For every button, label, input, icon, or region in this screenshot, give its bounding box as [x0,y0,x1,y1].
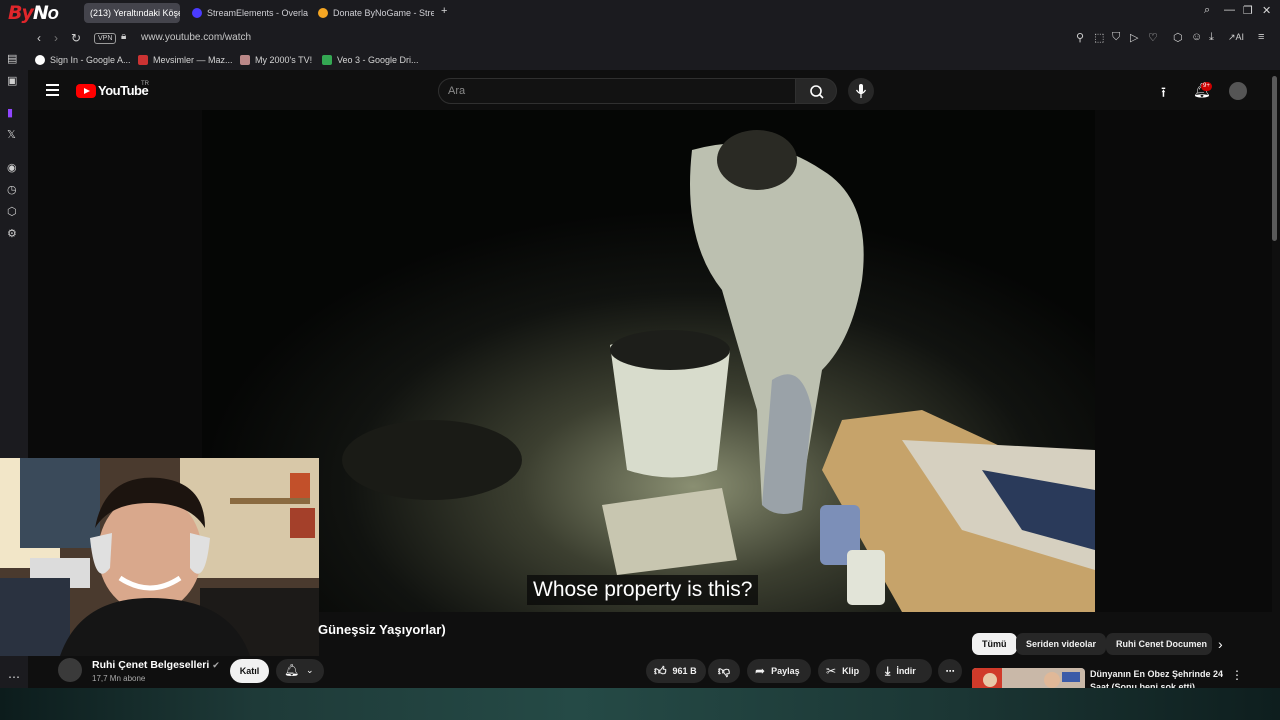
subscription-bell-button[interactable]: 🔔︎ ⌄ [276,659,324,683]
settings-icon[interactable]: ⚙ [7,227,17,240]
minimize-icon[interactable]: — [1224,4,1235,16]
extensions-sidebar-icon[interactable]: ⬡ [7,205,17,218]
url-field[interactable]: www.youtube.com/watch [141,32,251,43]
search-icon [810,85,824,99]
forward-icon[interactable]: › [54,31,58,45]
chip-channel[interactable]: Ruhi Cenet Documen [1106,633,1212,655]
search-input[interactable]: Ara [448,85,465,97]
restore-icon[interactable]: ❐ [1243,4,1253,17]
search-button[interactable] [795,78,837,104]
player-letterbox-right [1095,110,1272,612]
vpn-badge[interactable]: VPN [94,33,117,44]
reload-icon[interactable]: ↻ [71,31,81,45]
webcam-overlay [0,458,319,656]
player-icon[interactable]: ◉ [7,161,17,174]
verified-icon: ✔ [212,660,220,670]
extensions-icon[interactable]: ⬡ [1173,31,1183,44]
tab-label: Donate ByNoGame - Strea [333,8,434,18]
notes-icon[interactable]: ▤ [7,52,17,65]
upload-icon[interactable]: ⭱ [1161,82,1166,106]
messenger-icon[interactable]: ▣ [7,74,17,87]
heart-icon[interactable]: ♡ [1148,31,1158,44]
tab-youtube[interactable]: (213) Yeraltındaki Köşe [84,3,180,23]
download-button[interactable]: ⤓ İndir [876,659,932,683]
clip-button[interactable]: ✂ Klip [818,659,870,683]
download-icon[interactable]: ⤓ [1209,31,1214,44]
region-code: TR [141,81,149,87]
more-options-icon[interactable]: ⋯ [8,670,20,684]
bookmark-google[interactable]: Sign In - Google A... [35,55,131,65]
voice-search-button[interactable] [848,78,874,104]
pin-icon[interactable]: ⚲ [1076,31,1084,44]
streamer-camera-feed [0,458,319,656]
new-tab-button[interactable]: + [441,5,447,17]
bookmark-favicon [240,55,250,65]
video-frame [202,110,1095,612]
close-icon[interactable]: ✕ [1262,4,1271,17]
download-arrow-icon: ⤓ [885,663,891,678]
play-icon[interactable]: ▷ [1130,31,1138,44]
twitch-icon[interactable]: ▮ [7,106,13,119]
tab-donate[interactable]: Donate ByNoGame - Strea [312,3,434,23]
bynogame-icon [318,8,328,18]
join-button[interactable]: Katıl [230,659,269,683]
youtube-play-icon [76,83,96,98]
recommendation-menu-icon[interactable]: ⋮ [1231,668,1243,682]
channel-avatar[interactable] [58,658,82,682]
bookmark-veo3[interactable]: Veo 3 - Google Dri... [322,55,419,65]
chip-series[interactable]: Seriden videolar [1016,633,1107,655]
streamelements-icon [192,8,202,18]
search-box[interactable] [438,78,796,104]
ai-button[interactable]: ↗AI [1228,32,1244,43]
back-icon[interactable]: ‹ [37,31,41,45]
share-icon: ➦ [755,664,766,678]
profile-icon[interactable]: ☺ [1191,31,1202,43]
account-avatar[interactable] [1229,82,1247,100]
video-player[interactable] [202,110,1095,612]
chevron-right-icon[interactable]: › [1218,636,1223,652]
x-icon[interactable]: 𝕏 [7,128,16,141]
shield-icon[interactable]: ⛉ [1112,31,1120,44]
notification-count: 9+ [1201,82,1212,91]
chevron-down-icon: ⌄ [306,665,314,675]
stream-overlay-bottom [0,688,1280,720]
like-button[interactable]: 👍︎ 961 B [646,659,706,683]
tab-streamelements[interactable]: StreamElements - Overlay [186,3,308,23]
microphone-icon [855,84,867,98]
history-icon[interactable]: ◷ [7,183,17,196]
lock-icon[interactable]: 🔒︎ [121,31,126,42]
thumbs-up-icon: 👍︎ [654,663,667,678]
snapshot-icon[interactable]: ⬚ [1094,31,1104,44]
google-icon [35,55,45,65]
google-drive-icon [322,55,332,65]
byno-logo: ByNO [8,2,59,24]
bookmark-favicon [138,55,148,65]
tab-label: (213) Yeraltındaki Köşe [90,8,180,18]
page-scrollbar[interactable] [1272,76,1277,241]
share-button[interactable]: ➦ Paylaş [747,659,811,683]
ellipsis-icon: ⋯ [945,665,955,676]
more-actions-button[interactable]: ⋯ [938,659,962,683]
video-subtitle: Whose property is this? [527,575,759,605]
channel-name[interactable]: Ruhi Çenet Belgeselleri ✔ [92,659,220,671]
chip-all[interactable]: Tümü [972,633,1017,655]
dislike-button[interactable]: 👎︎ [708,659,740,683]
thumbs-down-icon: 👎︎ [717,663,731,678]
youtube-logo[interactable]: YouTube [76,83,149,98]
search-tabs-icon[interactable]: ⌕ [1204,4,1210,17]
scissors-icon: ✂ [826,664,837,678]
bell-icon: 🔔︎ [284,663,300,677]
hamburger-menu-icon[interactable] [46,84,59,99]
tab-label: StreamElements - Overlay [207,8,308,18]
bookmark-2000s-tv[interactable]: My 2000's TV! [240,55,312,65]
bookmark-mevsimler[interactable]: Mevsimler — Maz... [138,55,233,65]
menu-icon[interactable]: ≡ [1258,31,1264,43]
subscriber-count: 17,7 Mn abone [92,674,146,683]
video-title: Güneşsiz Yaşıyorlar) [318,622,446,637]
